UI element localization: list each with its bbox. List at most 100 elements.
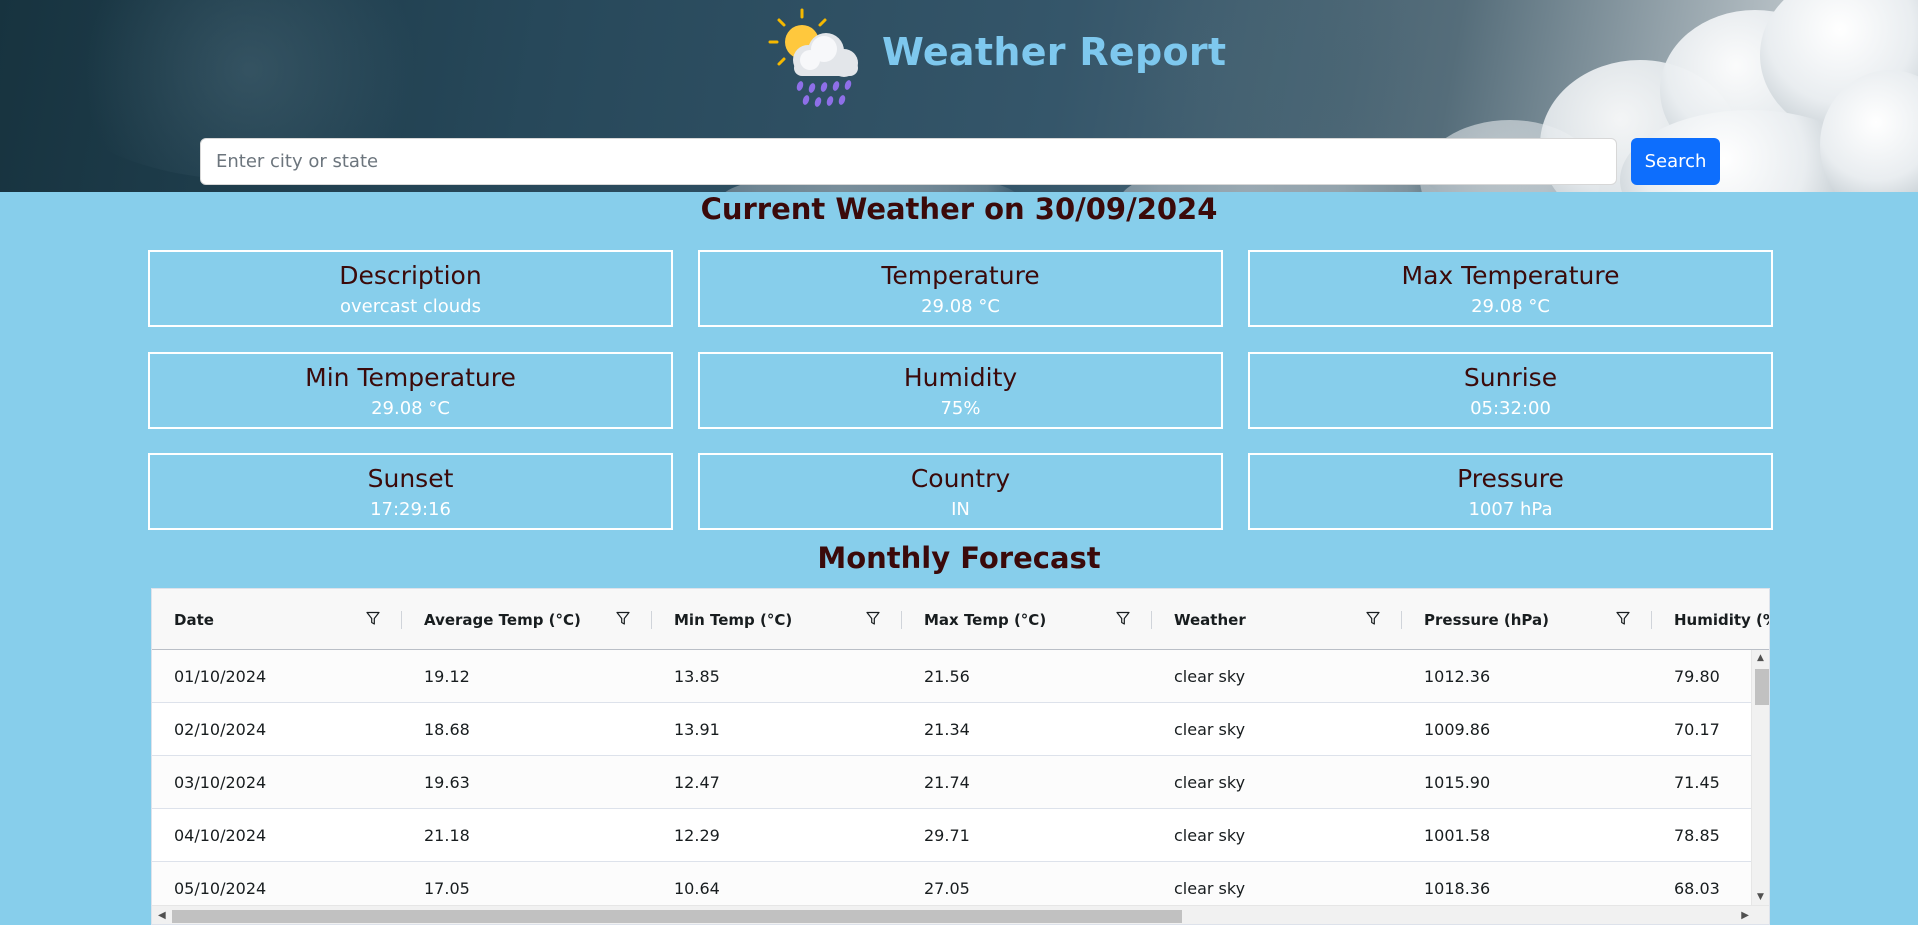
card-label: Temperature	[881, 261, 1040, 290]
table-cell: clear sky	[1174, 773, 1246, 792]
search-input[interactable]	[200, 138, 1617, 185]
table-cell: clear sky	[1174, 826, 1246, 845]
forecast-table: Date Average Temp (°C) Min Temp (°C) Max…	[151, 588, 1770, 925]
table-cell: 03/10/2024	[174, 773, 267, 792]
table-row[interactable]: 03/10/2024 19.63 12.47 21.74 clear sky 1…	[152, 756, 1769, 809]
table-cell: 18.68	[424, 720, 470, 739]
column-header-humidity[interactable]: Humidity (%	[1652, 589, 1770, 650]
table-cell: 21.56	[924, 667, 970, 686]
card-value: 29.08 °C	[371, 398, 450, 419]
card-value: 1007 hPa	[1468, 499, 1553, 520]
weather-card-min-temperature: Min Temperature 29.08 °C	[148, 352, 673, 429]
table-cell: 1012.36	[1424, 667, 1491, 686]
table-cell: 71.45	[1674, 773, 1720, 792]
horizontal-scroll-thumb[interactable]	[172, 910, 1182, 923]
table-cell: 1001.58	[1424, 826, 1491, 845]
table-cell: clear sky	[1174, 879, 1246, 898]
table-cell: 21.18	[424, 826, 470, 845]
page-title: Weather Report	[882, 30, 1227, 74]
table-cell: 02/10/2024	[174, 720, 267, 739]
table-cell: 05/10/2024	[174, 879, 267, 898]
table-cell: 19.63	[424, 773, 470, 792]
vertical-scrollbar[interactable]: ▲ ▼	[1751, 650, 1769, 905]
filter-icon[interactable]	[1616, 611, 1630, 626]
card-value: IN	[951, 499, 970, 520]
table-cell: 12.47	[674, 773, 720, 792]
table-cell: 21.34	[924, 720, 970, 739]
filter-icon[interactable]	[616, 611, 630, 626]
card-value: 29.08 °C	[921, 296, 1000, 317]
column-header-max-temp[interactable]: Max Temp (°C)	[902, 589, 1152, 650]
table-row[interactable]: 01/10/2024 19.12 13.85 21.56 clear sky 1…	[152, 650, 1769, 703]
table-cell: 04/10/2024	[174, 826, 267, 845]
search-button[interactable]: Search	[1631, 138, 1720, 185]
table-cell: clear sky	[1174, 667, 1246, 686]
table-cell: 12.29	[674, 826, 720, 845]
table-cell: 29.71	[924, 826, 970, 845]
column-header-label: Humidity (%	[1674, 610, 1770, 629]
card-value: 05:32:00	[1470, 398, 1551, 419]
card-label: Description	[339, 261, 482, 290]
scroll-left-arrow-icon[interactable]: ◀	[158, 910, 166, 921]
table-cell: 79.80	[1674, 667, 1720, 686]
table-cell: 21.74	[924, 773, 970, 792]
filter-icon[interactable]	[1116, 611, 1130, 626]
card-label: Humidity	[903, 363, 1018, 392]
horizontal-scrollbar[interactable]: ◀ ▶	[152, 905, 1769, 924]
filter-icon[interactable]	[866, 611, 880, 626]
column-header-pressure[interactable]: Pressure (hPa)	[1402, 589, 1652, 650]
table-cell: 19.12	[424, 667, 470, 686]
weather-card-temperature: Temperature 29.08 °C	[698, 250, 1223, 327]
column-header-date[interactable]: Date	[152, 589, 402, 650]
table-row[interactable]: 02/10/2024 18.68 13.91 21.34 clear sky 1…	[152, 703, 1769, 756]
table-cell: 13.91	[674, 720, 720, 739]
scroll-up-arrow-icon[interactable]: ▲	[1757, 653, 1764, 663]
table-header: Date Average Temp (°C) Min Temp (°C) Max…	[152, 589, 1770, 650]
table-body: 01/10/2024 19.12 13.85 21.56 clear sky 1…	[152, 650, 1769, 905]
weather-card-country: Country IN	[698, 453, 1223, 530]
scroll-right-arrow-icon[interactable]: ▶	[1741, 910, 1749, 921]
card-label: Sunset	[367, 464, 454, 493]
weather-card-sunset: Sunset 17:29:16	[148, 453, 673, 530]
column-header-label: Weather	[1174, 610, 1246, 629]
card-label: Min Temperature	[305, 363, 516, 392]
card-value: 75%	[940, 398, 981, 419]
weather-card-humidity: Humidity 75%	[698, 352, 1223, 429]
table-cell: 01/10/2024	[174, 667, 267, 686]
column-header-label: Pressure (hPa)	[1424, 610, 1549, 629]
card-label: Sunrise	[1463, 363, 1558, 392]
column-header-min-temp[interactable]: Min Temp (°C)	[652, 589, 902, 650]
column-header-label: Min Temp (°C)	[674, 610, 793, 629]
filter-icon[interactable]	[366, 611, 380, 626]
table-cell: 1018.36	[1424, 879, 1491, 898]
weather-card-pressure: Pressure 1007 hPa	[1248, 453, 1773, 530]
column-header-average-temp[interactable]: Average Temp (°C)	[402, 589, 652, 650]
weather-card-max-temperature: Max Temperature 29.08 °C	[1248, 250, 1773, 327]
monthly-forecast-heading: Monthly Forecast	[817, 541, 1101, 575]
table-cell: 10.64	[674, 879, 720, 898]
table-cell: 1009.86	[1424, 720, 1491, 739]
table-cell: 13.85	[674, 667, 720, 686]
card-label: Pressure	[1457, 464, 1564, 493]
card-value: overcast clouds	[340, 296, 481, 317]
filter-icon[interactable]	[1366, 611, 1380, 626]
table-cell: clear sky	[1174, 720, 1246, 739]
current-weather-heading: Current Weather on 30/09/2024	[700, 192, 1218, 226]
table-row[interactable]: 04/10/2024 21.18 12.29 29.71 clear sky 1…	[152, 809, 1769, 862]
table-cell: 17.05	[424, 879, 470, 898]
table-row[interactable]: 05/10/2024 17.05 10.64 27.05 clear sky 1…	[152, 862, 1769, 905]
column-header-label: Date	[174, 610, 214, 629]
column-header-label: Max Temp (°C)	[924, 610, 1047, 629]
card-label: Max Temperature	[1401, 261, 1620, 290]
scroll-down-arrow-icon[interactable]: ▼	[1757, 892, 1764, 902]
table-cell: 27.05	[924, 879, 970, 898]
card-label: Country	[910, 464, 1011, 493]
vertical-scroll-thumb[interactable]	[1755, 669, 1769, 705]
weather-card-description: Description overcast clouds	[148, 250, 673, 327]
column-header-weather[interactable]: Weather	[1152, 589, 1402, 650]
table-cell: 68.03	[1674, 879, 1720, 898]
card-value: 29.08 °C	[1471, 296, 1550, 317]
weather-card-sunrise: Sunrise 05:32:00	[1248, 352, 1773, 429]
table-cell: 70.17	[1674, 720, 1720, 739]
sun-behind-rain-cloud-icon	[768, 8, 858, 107]
